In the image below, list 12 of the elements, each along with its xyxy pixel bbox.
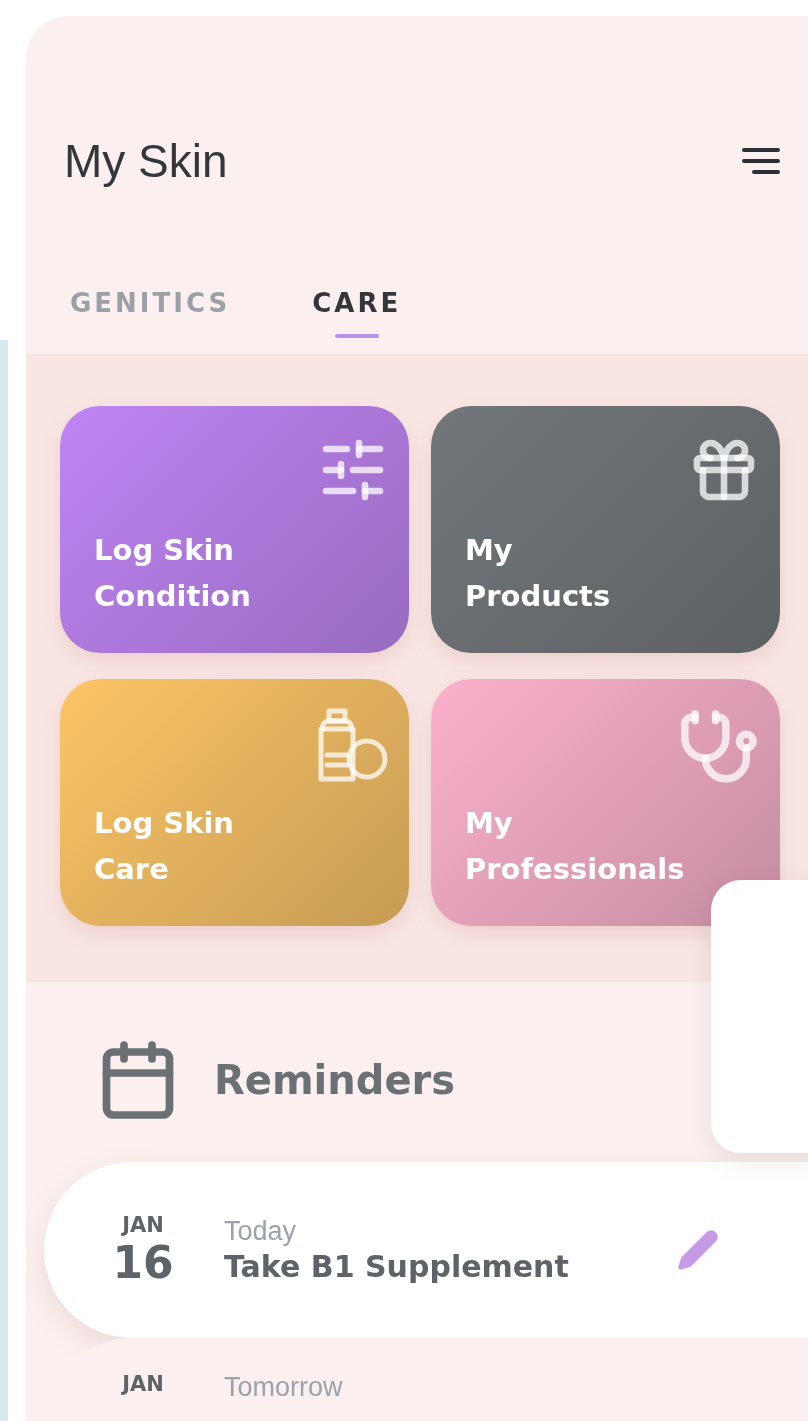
category-tile[interactable]: Log Skin Condition (60, 406, 409, 653)
reminder-day: 16 (112, 1236, 174, 1288)
reminder-card[interactable]: JAN 16 Today Take B1 Supplement (44, 1162, 808, 1338)
reminder-when: Today (224, 1216, 298, 1247)
category-tile[interactable]: My Products (431, 406, 780, 653)
reminder-month: JAN (122, 1372, 164, 1396)
reminder-when: Tomorrow (224, 1372, 344, 1403)
reminder-task: Take B1 Supplement (224, 1249, 570, 1284)
section-title: Reminders (214, 1057, 456, 1103)
page-title: My Skin (64, 134, 228, 188)
tab[interactable]: CARE (312, 288, 402, 344)
reminder-month: JAN (122, 1212, 164, 1237)
